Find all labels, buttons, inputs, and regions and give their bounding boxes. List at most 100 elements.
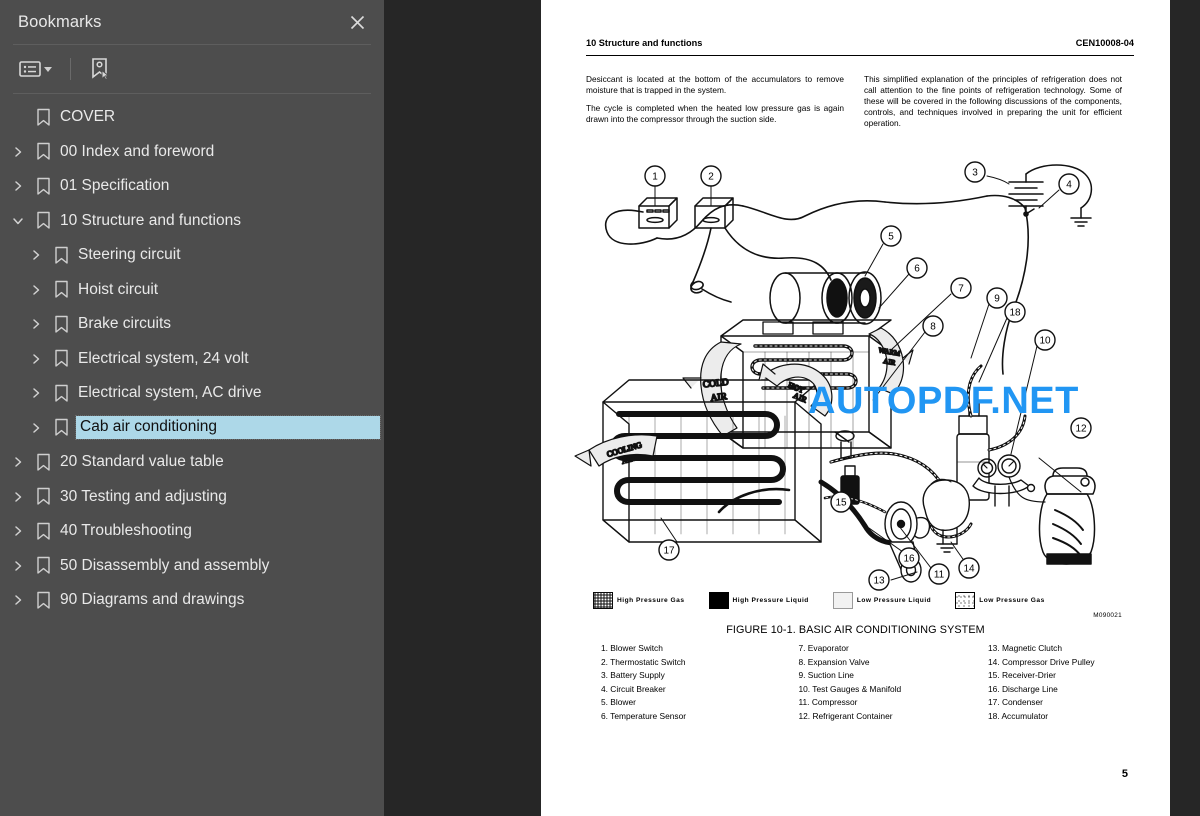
- close-icon[interactable]: [344, 9, 370, 35]
- svg-text:11: 11: [934, 570, 945, 581]
- bookmark-item-30-testing-and-adjusting[interactable]: 30 Testing and adjusting: [0, 480, 384, 515]
- chevron-down-icon[interactable]: [44, 66, 52, 72]
- bookmark-item-00-index-and-foreword[interactable]: 00 Index and foreword: [0, 135, 384, 170]
- svg-text:12: 12: [1075, 424, 1087, 435]
- header-rule: [586, 55, 1134, 56]
- chevron-down-icon[interactable]: [6, 215, 30, 227]
- bookmark-label: Steering circuit: [78, 246, 181, 264]
- part-list-item: 4. Circuit Breaker: [601, 683, 666, 694]
- bookmark-item-brake-circuits[interactable]: Brake circuits: [0, 307, 384, 342]
- bookmark-label: 40 Troubleshooting: [60, 522, 192, 540]
- bookmark-label: 50 Disassembly and assembly: [60, 556, 270, 574]
- chevron-right-icon[interactable]: [24, 249, 48, 261]
- bookmark-item-90-diagrams-and-drawings[interactable]: 90 Diagrams and drawings: [0, 583, 384, 618]
- figure-caption: FIGURE 10-1. BASIC AIR CONDITIONING SYST…: [726, 624, 985, 636]
- legend-item: High Pressure Liquid: [708, 592, 809, 609]
- header-section-title: 10 Structure and functions: [586, 38, 703, 48]
- bookmark-item-cab-air-conditioning[interactable]: Cab air conditioning: [0, 411, 384, 446]
- part-list-item: 16. Discharge Line: [987, 683, 1058, 694]
- bookmark-label: Brake circuits: [78, 315, 172, 333]
- bookmark-item-electrical-system-24-volt[interactable]: Electrical system, 24 volt: [0, 342, 384, 377]
- bookmark-item-steering-circuit[interactable]: Steering circuit: [0, 238, 384, 273]
- chevron-right-icon[interactable]: [24, 284, 48, 296]
- legend-label: High Pressure Liquid: [732, 597, 809, 604]
- svg-text:9: 9: [994, 294, 1000, 305]
- bookmark-item-cover[interactable]: COVER: [0, 100, 384, 135]
- bookmark-label: COVER: [60, 108, 116, 126]
- svg-text:13: 13: [873, 576, 885, 587]
- chevron-right-icon[interactable]: [24, 387, 48, 399]
- air-conditioning-schematic: COLD AIR WARM AIR HOT AIR COOLING AIR 1 …: [574, 161, 1096, 591]
- svg-text:6: 6: [914, 264, 920, 275]
- chevron-right-icon[interactable]: [6, 491, 30, 503]
- bookmark-label: 00 Index and foreword: [60, 142, 215, 160]
- bookmarks-header: Bookmarks: [0, 0, 384, 44]
- part-list-item: 10. Test Gauges & Manifold: [798, 683, 902, 694]
- svg-text:8: 8: [930, 322, 936, 333]
- chevron-right-icon[interactable]: [6, 146, 30, 158]
- bookmark-item-20-standard-value-table[interactable]: 20 Standard value table: [0, 445, 384, 480]
- part-list-item: 18. Accumulator: [987, 711, 1049, 722]
- bookmark-icon: [48, 384, 74, 403]
- chevron-right-icon[interactable]: [6, 525, 30, 537]
- part-list-item: 13. Magnetic Clutch: [987, 643, 1062, 653]
- bookmark-item-01-specification[interactable]: 01 Specification: [0, 169, 384, 204]
- bookmark-label: 20 Standard value table: [60, 453, 224, 471]
- part-list-item: 1. Blower Switch: [601, 643, 663, 653]
- bookmark-icon: [30, 142, 56, 161]
- svg-text:AIR: AIR: [883, 357, 897, 367]
- part-list-item: 11. Compressor: [798, 697, 858, 708]
- bookmark-icon: [30, 487, 56, 506]
- chevron-right-icon[interactable]: [6, 594, 30, 606]
- bookmark-label: 30 Testing and adjusting: [60, 487, 227, 505]
- legend-label: Low Pressure Gas: [979, 597, 1045, 604]
- parts-column-1: 1. Blower Switch 2. Thermostatic Switch 3.…: [601, 642, 780, 724]
- chevron-right-icon[interactable]: [6, 456, 30, 468]
- part-list-item: 17. Condenser: [987, 697, 1043, 708]
- bookmark-icon: [30, 211, 56, 230]
- bookmark-label: Cab air conditioning: [75, 415, 381, 441]
- list-options-icon[interactable]: [13, 53, 58, 85]
- part-list-item: 6. Temperature Sensor: [601, 711, 687, 722]
- bookmark-item-50-disassembly-and-assembly[interactable]: 50 Disassembly and assembly: [0, 549, 384, 584]
- bookmark-item-40-troubleshooting[interactable]: 40 Troubleshooting: [0, 514, 384, 549]
- chevron-right-icon[interactable]: [6, 180, 30, 192]
- svg-text:2: 2: [708, 172, 714, 183]
- bookmark-item-electrical-system-ac-drive[interactable]: Electrical system, AC drive: [0, 376, 384, 411]
- bookmark-icon: [48, 418, 74, 437]
- svg-text:17: 17: [663, 546, 675, 557]
- chevron-right-icon[interactable]: [24, 318, 48, 330]
- pdf-viewer-window: Bookmarks COVER 00 Index and foreword 01…: [0, 0, 1200, 816]
- legend-label: Low Pressure Liquid: [856, 597, 932, 604]
- parts-list: 1. Blower Switch 2. Thermostatic Switch 3.…: [601, 642, 1140, 724]
- panel-title: Bookmarks: [18, 12, 102, 31]
- part-list-item: 3. Battery Supply: [601, 670, 665, 681]
- chevron-right-icon[interactable]: [24, 353, 48, 365]
- bookmark-icon: [48, 349, 74, 368]
- svg-text:15: 15: [835, 498, 847, 509]
- chevron-right-icon[interactable]: [24, 422, 48, 434]
- bookmark-label: 01 Specification: [60, 177, 170, 195]
- chevron-right-icon[interactable]: [6, 560, 30, 572]
- bookmark-icon: [30, 453, 56, 472]
- bookmark-icon: [30, 177, 56, 196]
- parts-column-3: 13. Magnetic Clutch 14. Compressor Drive …: [960, 642, 1139, 724]
- document-viewer[interactable]: 10 Structure and functions CEN10008-04 D…: [384, 0, 1200, 816]
- paragraph: The cycle is completed when the heated l…: [586, 102, 844, 124]
- bookmark-item-hoist-circuit[interactable]: Hoist circuit: [0, 273, 384, 308]
- figure-legend: High Pressure Gas High Pressure Liquid L…: [593, 592, 1133, 609]
- legend-item: Low Pressure Liquid: [832, 592, 932, 609]
- legend-label: High Pressure Gas: [617, 597, 685, 604]
- bookmark-item-10-structure-and-functions[interactable]: 10 Structure and functions: [0, 204, 384, 239]
- bookmark-tree: COVER 00 Index and foreword 01 Specificati…: [0, 94, 384, 618]
- part-list-item: 8. Expansion Valve: [798, 656, 870, 667]
- bookmark-label: Electrical system, 24 volt: [78, 349, 249, 367]
- part-list-item: 12. Refrigerant Container: [798, 711, 893, 722]
- part-list-item: 14. Compressor Drive Pulley: [987, 656, 1095, 667]
- bookmark-label: Electrical system, AC drive: [78, 384, 262, 402]
- document-header: 10 Structure and functions CEN10008-04: [586, 38, 1134, 48]
- part-list-item: 7. Evaporator: [798, 643, 849, 653]
- new-bookmark-icon[interactable]: [83, 53, 118, 85]
- bookmarks-sidebar: Bookmarks COVER 00 Index and foreword 01…: [0, 0, 384, 816]
- legend-swatch-low-pressure-liquid: [832, 592, 853, 609]
